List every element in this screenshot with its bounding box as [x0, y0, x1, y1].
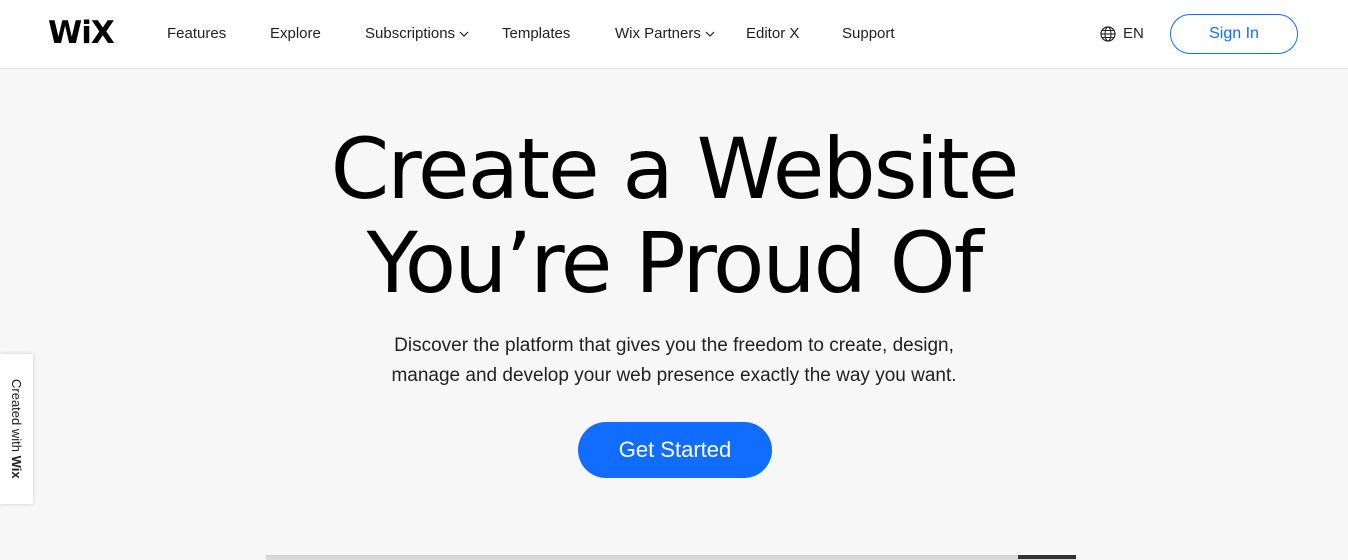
globe-icon: [1100, 26, 1116, 42]
sign-in-button[interactable]: Sign In: [1170, 14, 1298, 54]
badge-brand: Wix: [9, 455, 24, 479]
nav-item-wix-partners[interactable]: Wix Partners: [615, 24, 716, 44]
chevron-down-icon: [459, 31, 469, 37]
nav-item-label: Features: [167, 25, 227, 42]
nav-item-support[interactable]: Support: [842, 24, 895, 44]
nav-item-label: Templates: [502, 25, 571, 42]
content-preview-edge-dark: [1018, 555, 1076, 559]
chevron-down-icon: [705, 31, 715, 37]
hero-subtitle: Discover the platform that gives you the…: [0, 331, 1348, 391]
nav-item-label: Support: [842, 25, 895, 42]
hero-subtitle-line: Discover the platform that gives you the…: [394, 335, 954, 356]
language-selector[interactable]: EN: [1100, 24, 1144, 44]
nav-item-label: Subscriptions: [365, 25, 456, 42]
nav-item-explore[interactable]: Explore: [270, 24, 321, 44]
hero-title-line: Create a Website: [330, 120, 1020, 218]
badge-text: Created with Wix: [9, 379, 24, 479]
nav-item-subscriptions[interactable]: Subscriptions: [365, 24, 470, 44]
nav-item-label: Wix Partners: [615, 25, 701, 42]
wix-logo[interactable]: WiX: [48, 15, 115, 51]
nav-item-label: Editor X: [746, 25, 800, 42]
nav-item-features[interactable]: Features: [167, 24, 226, 44]
hero-subtitle-line: manage and develop your web presence exa…: [391, 365, 957, 386]
hero-title-line: You’re Proud Of: [366, 214, 984, 312]
content-preview-edge: [266, 555, 1076, 560]
nav-item-templates[interactable]: Templates: [502, 24, 570, 44]
language-label: EN: [1123, 25, 1144, 42]
nav-item-editor-x[interactable]: Editor X: [746, 24, 799, 44]
top-navigation-bar: WiX Features Explore Subscriptions Templ…: [0, 0, 1348, 69]
badge-prefix: Created with: [9, 379, 24, 456]
get-started-button[interactable]: Get Started: [578, 422, 772, 478]
created-with-wix-badge[interactable]: Created with Wix: [0, 354, 33, 504]
nav-item-label: Explore: [270, 25, 321, 42]
hero-title: Create a Website You’re Proud Of: [0, 122, 1348, 310]
